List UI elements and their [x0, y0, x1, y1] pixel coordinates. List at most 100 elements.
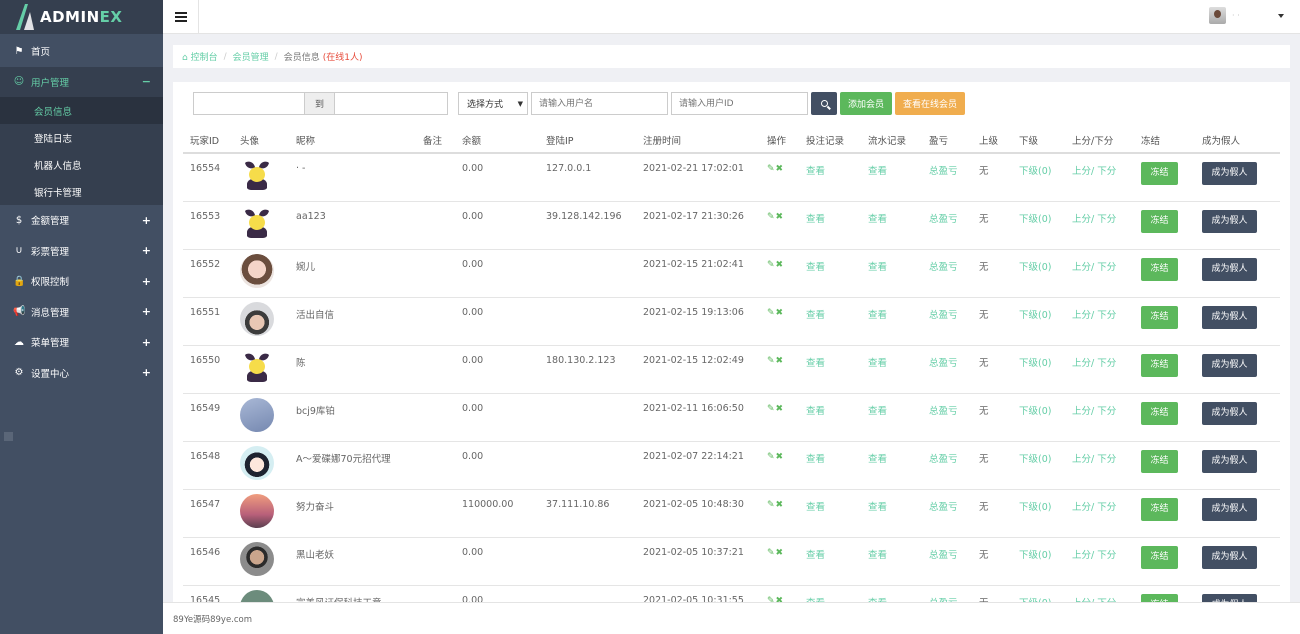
edit-delete-icon[interactable]: ✎✖ [767, 260, 784, 270]
make-fake-button[interactable]: 成为假人 [1202, 257, 1257, 281]
score-link[interactable]: 上分/ 下分 [1065, 393, 1134, 442]
sidebar-item-menus[interactable]: ☁ 菜单管理 + [0, 327, 163, 358]
children-link[interactable]: 下级(0) [1012, 249, 1065, 298]
freeze-button[interactable]: 冻结 [1141, 593, 1178, 602]
user-dropdown[interactable]: · · [1209, 7, 1284, 24]
bet-record-link[interactable]: 查看 [799, 585, 861, 602]
edit-delete-icon[interactable]: ✎✖ [767, 500, 784, 510]
children-link[interactable]: 下级(0) [1012, 297, 1065, 346]
edit-delete-icon[interactable]: ✎✖ [767, 548, 784, 558]
score-link[interactable]: 上分/ 下分 [1065, 201, 1134, 250]
view-online-button[interactable]: 查看在线会员 [895, 92, 966, 115]
end-date-input[interactable] [334, 92, 448, 115]
profit-link[interactable]: 总盈亏 [922, 201, 972, 250]
bet-record-link[interactable]: 查看 [799, 345, 861, 394]
score-link[interactable]: 上分/ 下分 [1065, 441, 1134, 490]
children-link[interactable]: 下级(0) [1012, 537, 1065, 586]
children-link[interactable]: 下级(0) [1012, 201, 1065, 250]
flow-record-link[interactable]: 查看 [861, 537, 922, 586]
freeze-button[interactable]: 冻结 [1141, 497, 1178, 521]
menu-toggle-button[interactable] [163, 0, 199, 34]
bet-record-link[interactable]: 查看 [799, 537, 861, 586]
edit-delete-icon[interactable]: ✎✖ [767, 452, 784, 462]
add-member-button[interactable]: 添加会员 [840, 92, 893, 115]
children-link[interactable]: 下级(0) [1012, 585, 1065, 602]
make-fake-button[interactable]: 成为假人 [1202, 162, 1257, 185]
profit-link[interactable]: 总盈亏 [922, 249, 972, 298]
flow-record-link[interactable]: 查看 [861, 297, 922, 346]
sidebar-item-home[interactable]: ⚑ 首页 [0, 36, 163, 67]
freeze-button[interactable]: 冻结 [1141, 545, 1178, 569]
logo[interactable]: ADMINEX [0, 0, 163, 34]
edit-delete-icon[interactable]: ✎✖ [767, 308, 784, 318]
score-link[interactable]: 上分/ 下分 [1065, 537, 1134, 586]
bet-record-link[interactable]: 查看 [799, 393, 861, 442]
profit-link[interactable]: 总盈亏 [922, 537, 972, 586]
make-fake-button[interactable]: 成为假人 [1202, 449, 1257, 473]
score-link[interactable]: 上分/ 下分 [1065, 489, 1134, 538]
sidebar-item-user-management[interactable]: ☺ 用户管理 − [0, 66, 163, 97]
profit-link[interactable]: 总盈亏 [922, 393, 972, 442]
search-button[interactable] [811, 92, 837, 115]
freeze-button[interactable]: 冻结 [1141, 401, 1178, 425]
make-fake-button[interactable]: 成为假人 [1202, 545, 1257, 569]
freeze-button[interactable]: 冻结 [1141, 209, 1178, 233]
score-link[interactable]: 上分/ 下分 [1065, 249, 1134, 298]
freeze-button[interactable]: 冻结 [1141, 162, 1178, 185]
children-link[interactable]: 下级(0) [1012, 489, 1065, 538]
make-fake-button[interactable]: 成为假人 [1202, 353, 1257, 377]
sidebar-item-permissions[interactable]: 🔒 权限控制 + [0, 266, 163, 297]
profit-link[interactable]: 总盈亏 [922, 441, 972, 490]
breadcrumb-section[interactable]: 会员管理 [233, 50, 269, 63]
children-link[interactable]: 下级(0) [1012, 153, 1065, 202]
make-fake-button[interactable]: 成为假人 [1202, 497, 1257, 521]
bet-record-link[interactable]: 查看 [799, 153, 861, 202]
bet-record-link[interactable]: 查看 [799, 489, 861, 538]
freeze-button[interactable]: 冻结 [1141, 353, 1178, 377]
edit-delete-icon[interactable]: ✎✖ [767, 164, 784, 174]
flow-record-link[interactable]: 查看 [861, 249, 922, 298]
profit-link[interactable]: 总盈亏 [922, 153, 972, 202]
score-link[interactable]: 上分/ 下分 [1065, 153, 1134, 202]
make-fake-button[interactable]: 成为假人 [1202, 593, 1257, 602]
score-link[interactable]: 上分/ 下分 [1065, 585, 1134, 602]
flow-record-link[interactable]: 查看 [861, 153, 922, 202]
sidebar-item-lottery[interactable]: ∪ 彩票管理 + [0, 236, 163, 267]
edit-delete-icon[interactable]: ✎✖ [767, 404, 784, 414]
children-link[interactable]: 下级(0) [1012, 345, 1065, 394]
make-fake-button[interactable]: 成为假人 [1202, 401, 1257, 425]
submenu-item-bank-card[interactable]: 银行卡管理 [0, 178, 163, 205]
edit-delete-icon[interactable]: ✎✖ [767, 212, 784, 222]
search-method-select[interactable]: 选择方式 ▼ [458, 92, 528, 115]
sidebar-item-settings[interactable]: ⚙ 设置中心 + [0, 358, 163, 389]
flow-record-link[interactable]: 查看 [861, 441, 922, 490]
flow-record-link[interactable]: 查看 [861, 345, 922, 394]
start-date-input[interactable] [193, 92, 305, 115]
bet-record-link[interactable]: 查看 [799, 249, 861, 298]
freeze-button[interactable]: 冻结 [1141, 449, 1178, 473]
flow-record-link[interactable]: 查看 [861, 489, 922, 538]
children-link[interactable]: 下级(0) [1012, 441, 1065, 490]
submenu-item-login-log[interactable]: 登陆日志 [0, 124, 163, 151]
score-link[interactable]: 上分/ 下分 [1065, 297, 1134, 346]
score-link[interactable]: 上分/ 下分 [1065, 345, 1134, 394]
profit-link[interactable]: 总盈亏 [922, 489, 972, 538]
make-fake-button[interactable]: 成为假人 [1202, 305, 1257, 329]
bet-record-link[interactable]: 查看 [799, 297, 861, 346]
bet-record-link[interactable]: 查看 [799, 441, 861, 490]
flow-record-link[interactable]: 查看 [861, 585, 922, 602]
userid-input[interactable] [671, 92, 808, 115]
freeze-button[interactable]: 冻结 [1141, 257, 1178, 281]
make-fake-button[interactable]: 成为假人 [1202, 209, 1257, 233]
edit-delete-icon[interactable]: ✎✖ [767, 356, 784, 366]
breadcrumb-home[interactable]: ⌂ 控制台 [182, 50, 218, 63]
username-input[interactable] [531, 92, 668, 115]
children-link[interactable]: 下级(0) [1012, 393, 1065, 442]
profit-link[interactable]: 总盈亏 [922, 297, 972, 346]
sidebar-item-finance[interactable]: $ 金额管理 + [0, 205, 163, 236]
profit-link[interactable]: 总盈亏 [922, 585, 972, 602]
submenu-item-robot-info[interactable]: 机器人信息 [0, 151, 163, 178]
flow-record-link[interactable]: 查看 [861, 201, 922, 250]
sidebar-item-messages[interactable]: 📢 消息管理 + [0, 297, 163, 328]
flow-record-link[interactable]: 查看 [861, 393, 922, 442]
